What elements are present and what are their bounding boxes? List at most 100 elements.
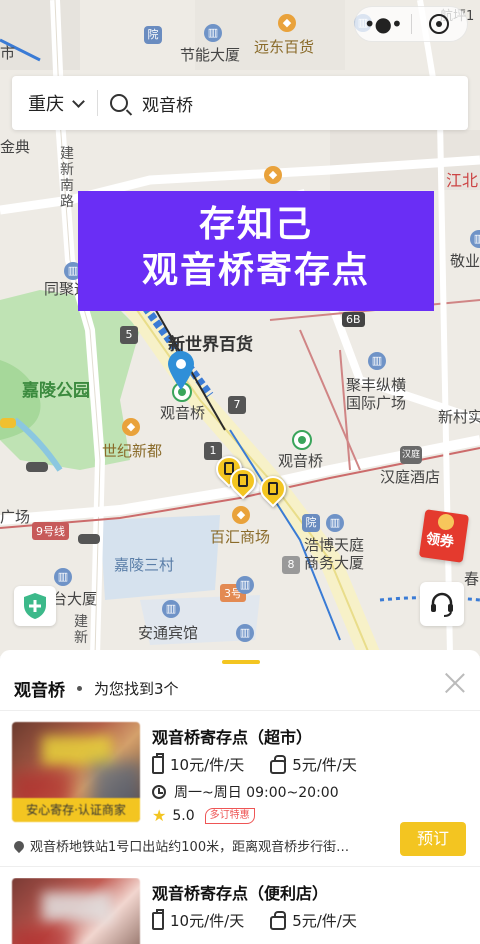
search-icon[interactable] [110,94,128,112]
store-address: 观音桥地铁站1号口出站约100米，距离观音桥步行街… [12,836,392,855]
storage-pin-icon-2[interactable] [224,462,262,502]
store-title[interactable]: 观音桥寄存点（超市） [152,724,312,748]
poi-icon-building-9: ▥ [236,576,254,594]
poi-jiangbei: 江北 [446,171,479,190]
traffic-light-icon-3 [78,534,100,544]
poi-guangchang: 广场 [0,508,31,526]
chevron-down-icon[interactable] [72,94,85,108]
results-count: 为您找到3个 [94,679,179,698]
separator-dot [77,685,82,691]
location-icon [12,838,27,854]
poi-taida: 台大厦 [52,590,98,608]
poi-icon-hotel-2: ▥ [162,600,180,618]
drag-handle[interactable] [222,660,260,664]
coupon-label: 领券 [424,531,455,551]
poi-baihui[interactable]: 百汇商场 [210,528,270,546]
shield-plus-icon [24,593,46,619]
safety-shield-button[interactable] [14,586,56,626]
poi-chun: 春 [464,570,480,588]
luggage-icon [152,908,164,930]
poi-jingye: 敬业 [450,252,480,270]
luggage-icon [152,752,164,774]
metro-line-9-label: 9号线 [32,522,69,540]
store-title[interactable]: 观音桥寄存点（便利店） [152,880,328,904]
banner-line-2: 观音桥寄存点 [141,250,370,291]
exit-badge-5: 5 [120,326,138,344]
bag-icon [270,754,287,774]
close-icon[interactable] [444,672,466,694]
poi-shiji[interactable]: 世纪新都 [102,442,162,460]
poi-haobo[interactable]: 浩博天庭 商务大厦 [304,536,364,572]
divider [0,866,480,867]
poi-icon-building-7: ▥ [54,568,72,586]
list-item[interactable]: 安心寄存·认证商家 观音桥寄存点（超市） 10元/件/天 5元/件/天 周一~周… [0,722,480,864]
customer-service-button[interactable] [420,582,464,626]
road-badge-6b: 6B [342,312,365,327]
promo-banner: 存知己 观音桥寄存点 [78,191,434,311]
traffic-light-icon [0,418,16,428]
results-keyword: 观音桥 [14,680,65,701]
city-selector[interactable]: 重庆 [28,90,64,116]
road-jianxin: 建新 [74,614,88,646]
certified-tag: 安心寄存·认证商家 [12,798,140,822]
location-pin-icon[interactable] [166,350,196,392]
target-icon[interactable] [411,14,467,34]
results-header: 观音桥 为您找到3个 [14,676,179,701]
poi-icon-building-5: ▥ [368,352,386,370]
poi-jufeng[interactable]: 聚丰纵横 国际广场 [346,376,406,412]
opening-hours: 周一~周日 09:00~20:00 [174,785,339,801]
rating-value: 5.0 [172,807,195,824]
poi-icon-shop-3: ◆ [122,418,140,436]
poi-yuandong[interactable]: 远东百货 [254,38,314,56]
map-view[interactable]: 节能大厦 远东百货 市 金典 建新南路 同聚远 江北 敬业 新世界百货 嘉陵公园… [0,0,480,656]
storage-pin-icon-3[interactable] [254,470,292,510]
poi-xincun: 新村实 [438,408,480,426]
divider [0,710,480,711]
station-guanyinqiao-label[interactable]: 观音桥 [160,404,205,422]
bag-icon [270,910,287,930]
poi-hanting[interactable]: 汉庭酒店 [380,468,440,486]
poi-icon-shop: ◆ [278,14,296,32]
poi-jialing-park[interactable]: 嘉陵公园 [22,382,90,400]
metro-station-icon-2[interactable] [292,430,312,450]
banner-line-1: 存知己 [198,204,313,245]
divider [97,90,98,116]
poi-icon-shop-4: ◆ [232,506,250,524]
price-row: 10元/件/天 5元/件/天 [152,752,357,775]
list-item[interactable]: 观音桥寄存点（便利店） 10元/件/天 5元/件/天 [0,878,480,944]
star-icon: ★ [152,806,167,825]
clock-icon [152,785,166,799]
bag-price: 5元/件/天 [292,756,357,774]
address-text: 观音桥地铁站1号口出站约100米，距离观音桥步行街… [30,840,350,855]
store-thumbnail[interactable] [12,878,140,944]
road-jianxinnan: 建新南路 [60,146,74,210]
coupon-button[interactable]: 领券 [418,506,470,563]
poi-icon-hotel: 汉庭 [400,446,422,464]
traffic-light-icon-2 [26,462,48,472]
spacer-2 [130,24,148,42]
poi-anxin[interactable]: 安通宾馆 [138,624,198,642]
poi-icon-building-8: ▥ [236,624,254,642]
poi-jindian: 金典 [0,138,31,156]
luggage-price: 10元/件/天 [170,912,245,930]
search-bar: 重庆 观音桥 [12,76,468,130]
mini-program-capsule: •●• [354,6,468,42]
poi-icon-building-6: ▥ [326,514,344,532]
more-dots-icon[interactable]: •●• [355,14,411,34]
hours-row: 周一~周日 09:00~20:00 [152,782,339,802]
poi-shi: 市 [0,44,16,62]
results-sheet: 观音桥 为您找到3个 安心寄存·认证商家 观音桥寄存点（超市） 10元/件/天 … [0,650,480,944]
exit-badge-8: 8 [282,556,300,574]
bag-price: 5元/件/天 [292,912,357,930]
poi-jieneng[interactable]: 节能大厦 [180,46,240,64]
poi-jialing-sancun: 嘉陵三村 [114,556,175,574]
luggage-price: 10元/件/天 [170,756,245,774]
search-input[interactable]: 观音桥 [142,91,193,116]
poi-icon-hospital-2: 院 [302,514,320,532]
book-button[interactable]: 预订 [400,822,466,856]
poi-icon-building: ▥ [204,24,222,42]
store-thumbnail[interactable]: 安心寄存·认证商家 [12,722,140,822]
promo-badge: 多订特惠 [204,807,255,824]
station-guanyinqiao-label-2[interactable]: 观音桥 [278,452,323,470]
